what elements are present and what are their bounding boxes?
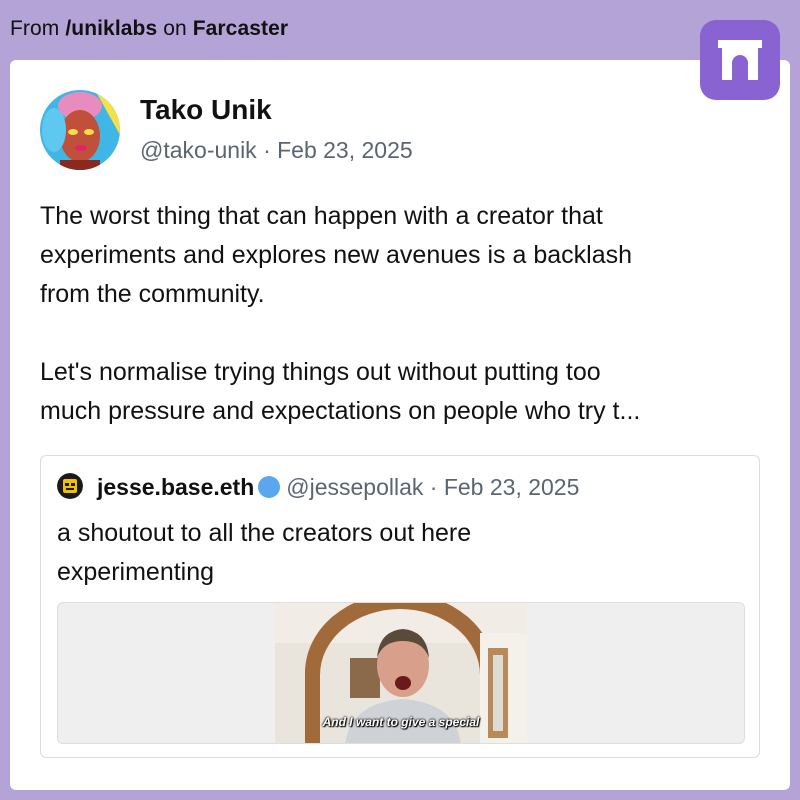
author-meta: @tako-unik · Feb 23, 2025 <box>140 137 413 163</box>
quote-author-name[interactable]: jesse.base.eth <box>97 474 254 500</box>
quote-line: a shoutout to all the creators out here <box>57 519 472 547</box>
author-avatar[interactable] <box>40 90 120 170</box>
cast-card[interactable]: Tako Unik @tako-unik · Feb 23, 2025 The … <box>10 60 790 790</box>
author-name[interactable]: Tako Unik <box>140 94 272 126</box>
quote-header: jesse.base.eth @jessepollak · Feb 23, 202… <box>97 474 579 501</box>
post-line: much pressure and expectations on people… <box>40 397 641 425</box>
video-thumbnail[interactable]: And I want to give a special <box>275 603 527 743</box>
header-middle: on <box>157 17 193 40</box>
quote-author-avatar[interactable] <box>57 473 83 499</box>
video-embed[interactable]: And I want to give a special <box>57 602 745 744</box>
farcaster-logo[interactable] <box>700 20 780 100</box>
post-text: The worst thing that can happen with a c… <box>40 197 770 431</box>
quote-author-meta: @jessepollak · Feb 23, 2025 <box>286 474 580 500</box>
verified-badge-icon <box>258 476 281 498</box>
video-caption: And I want to give a special <box>322 715 480 729</box>
pixel-avatar-icon <box>57 473 83 499</box>
quote-line: experimenting <box>57 558 215 586</box>
post-line: The worst thing that can happen with a c… <box>40 202 603 230</box>
header-prefix: From <box>10 17 66 40</box>
post-line: Let's normalise trying things out withou… <box>40 358 601 386</box>
post-line: experiments and explores new avenues is … <box>40 241 633 269</box>
channel-link[interactable]: /uniklabs <box>65 17 157 40</box>
platform-link[interactable]: Farcaster <box>193 17 288 40</box>
avatar-illustration <box>40 90 120 170</box>
source-header: From /uniklabs on Farcaster <box>10 17 288 41</box>
quote-text: a shoutout to all the creators out here … <box>57 514 471 592</box>
post-line: from the community. <box>40 280 265 308</box>
farcaster-arch-icon <box>718 40 762 80</box>
quoted-cast[interactable]: jesse.base.eth @jessepollak · Feb 23, 202… <box>40 455 760 758</box>
